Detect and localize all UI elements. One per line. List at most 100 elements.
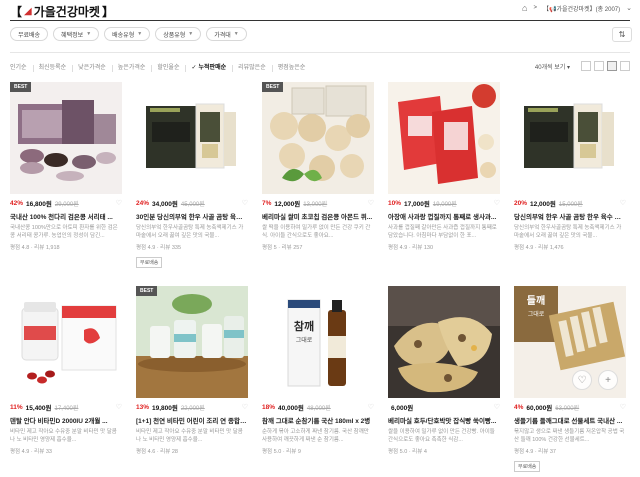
sort-newest[interactable]: 최신등록순 [39,64,74,72]
filter-settings-icon[interactable]: ⇅ [612,27,632,42]
sale-price: 16,800원 [26,201,52,208]
sort-low-price[interactable]: 낮은가격순 [78,64,113,72]
product-name[interactable]: 베리마실 호두/단호박맛 잡식빵 쑥이빵... [388,415,500,425]
product-name[interactable]: [1+1] 천연 비타민 어린이 조리 연 종합비타민... [136,415,248,425]
product-card[interactable]: 24% 34,000원 45,000원 ♡ 30인분 당신의부엌 한우 사골 곰… [136,82,248,269]
discount-rate: 4% [514,403,524,411]
svg-text:그대로: 그대로 [296,336,313,344]
sale-price: 34,000원 [152,201,178,208]
product-card[interactable]: BEST 7% 12,000원 13,000원 ♡ 베리마실 쌀미 초코칩 검은… [262,82,374,251]
discount-rate: 10% [388,199,402,207]
home-icon[interactable]: ⌂ [522,3,527,13]
discount-rate: 42% [10,199,24,207]
product-rating: 평점 4.9 · 리뷰 130 [388,245,434,251]
svg-text:들깨: 들깨 [527,294,545,307]
product-card[interactable]: 참깨 그대로 18% 40,000원 48,000원 ♡ 참깨 그대로 순참기름… [262,286,374,455]
product-rating: 평점 4.9 · 리뷰 37 [514,449,556,455]
sort-rating[interactable]: 평점높은순 [278,65,312,72]
heart-icon[interactable]: ♡ [620,403,626,411]
filter-divider [10,52,630,53]
product-name[interactable]: 생들기름 들깨그대로 선물세트 국내산 ... [514,415,626,425]
grid-4-view-icon[interactable] [607,61,617,71]
sale-price: 15,400원 [25,405,52,412]
product-image[interactable] [10,286,122,398]
heart-icon[interactable]: ♡ [242,403,248,411]
sale-price: 12,000원 [274,201,301,208]
product-image[interactable]: 들깨 그대로 ♡ + [514,286,626,398]
add-to-cart-plus-icon[interactable]: + [598,370,618,390]
product-image[interactable] [388,82,500,194]
wishlist-heart-icon[interactable]: ♡ [572,370,592,390]
filter-chip-free-shipping[interactable]: 무료배송 [10,27,49,41]
product-card[interactable]: 들깨 그대로 ♡ + 4% 60,000원 63,000원 ♡ 생들기름 들깨그… [514,286,626,473]
chevron-down-icon: ▼ [86,31,92,37]
sort-reviews[interactable]: 리뷰많은순 [238,64,273,72]
heart-icon[interactable]: ♡ [116,403,122,411]
free-shipping-tag: 무료배송 [514,461,541,472]
grid-5-view-icon[interactable] [620,61,630,71]
product-image[interactable]: BEST [136,286,248,398]
product-name[interactable]: 아장애 사과랑 껍질까지 통째로 생사과... [388,211,500,221]
page-title-text: 가을건강마켓 [33,5,100,19]
sort-discount[interactable]: 할인율순 [157,64,187,72]
product-name[interactable]: 당신의부엌 한우 사골 곰탕 한우 육수 곰 아침... [514,211,626,221]
breadcrumb: ⌂ > 【📢가을건강마켓】(총 2007) ⌄ [522,3,632,13]
product-name[interactable]: 참깨 그대로 순참기름 국산 180ml x 2병 [262,415,374,425]
product-card[interactable]: 11% 15,400원 17,400원 ♡ 덴탈 안다 비타민D 2000IU … [10,286,122,455]
sale-price: 60,000원 [526,405,553,412]
product-image[interactable]: 참깨 그대로 [262,286,374,398]
product-rating: 평점 5.0 · 리뷰 9 [262,449,301,455]
product-card[interactable]: 20% 12,000원 15,000원 ♡ 당신의부엌 한우 사골 곰탕 한우 … [514,82,626,251]
product-image[interactable]: BEST [10,82,122,194]
product-rating: 평점 4.6 · 리뷰 28 [136,449,178,455]
original-price: 45,000원 [180,201,205,208]
heart-icon[interactable]: ♡ [116,199,122,207]
free-shipping-tag: 무료배송 [136,257,163,268]
title-divider [10,20,630,21]
original-price: 17,400원 [54,405,79,412]
sale-price: 19,800원 [152,405,178,412]
chevron-down-icon: ▼ [188,31,194,37]
sort-sales[interactable]: ✓ 누적판매순 [191,64,234,72]
product-rating: 평점 4.9 · 리뷰 1,476 [514,245,564,251]
product-name[interactable]: 국내산 100% 천다리 검은콩 서리태 ... [10,211,122,221]
heart-icon[interactable]: ♡ [368,199,374,207]
product-image[interactable] [136,82,248,194]
heart-icon[interactable]: ♡ [368,403,374,411]
product-card[interactable]: 10% 17,000원 19,000원 ♡ 아장애 사과랑 껍질까지 통째로 생… [388,82,500,251]
product-image[interactable] [388,286,500,398]
filter-chip-delivery-type[interactable]: 배송유형 ▼ [104,27,151,41]
sale-price: 40,000원 [278,405,304,412]
sort-high-price[interactable]: 높은가격순 [118,64,153,72]
product-rating: 평점 4.9 · 리뷰 335 [136,245,182,251]
product-card[interactable]: BEST 13% 19,800원 22,000원 ♡ [1+1] 천연 비타민 … [136,286,248,455]
breadcrumb-category[interactable]: 【📢가을건강마켓】(총 2007) [543,4,620,13]
sort-popular[interactable]: 인기순 [10,64,34,72]
product-name[interactable]: 덴탈 안다 비타민D 2000IU 2개월 ... [10,415,122,425]
product-name[interactable]: 30인분 당신의부엌 한우 사골 곰탕 육수 ... [136,211,248,221]
per-page-select[interactable]: 40개씩 보기 ▾ [535,62,570,71]
product-image[interactable] [514,82,626,194]
filter-chip-product-type[interactable]: 상품유형 ▼ [155,27,202,41]
grid-3-view-icon[interactable] [594,61,604,71]
heart-icon[interactable]: ♡ [494,199,500,207]
heart-icon[interactable]: ♡ [494,403,500,411]
filter-chip-benefits[interactable]: 혜택정보 ▼ [53,27,100,41]
heart-icon[interactable]: ♡ [242,199,248,207]
product-name[interactable]: 베리마실 쌀미 초코칩 검은콩 아몬드 퀴... [262,211,374,221]
product-description: 볶지않고 생으로 짜낸 생들기름 저온압착 공법 국산 들깨 100% 건강한 … [514,429,625,443]
product-image[interactable]: BEST [262,82,374,194]
svg-text:참깨: 참깨 [294,319,314,333]
product-card[interactable]: 6,000원 ♡ 베리마실 호두/단호박맛 잡식빵 쑥이빵... 쌀을 이용하여… [388,286,500,455]
chevron-down-icon[interactable]: ⌄ [626,4,632,12]
megaphone-icon: ◢ [24,6,32,17]
filter-chip-price-range[interactable]: 가격대 ▼ [206,27,247,41]
sale-price: 12,000원 [530,201,556,208]
product-card[interactable]: BEST 42% 16,800원 29,000원 ♡ 국내산 100% 천다리 … [10,82,122,251]
heart-icon[interactable]: ♡ [620,199,626,207]
top-bar: 【 ◢ 가을건강마켓 】 ⌂ > 【📢가을건강마켓】(총 2007) ⌄ [0,0,640,20]
discount-rate: 13% [136,403,150,411]
sale-price: 6,000원 [391,405,414,412]
discount-rate: 18% [262,403,276,411]
list-view-icon[interactable] [581,61,591,71]
